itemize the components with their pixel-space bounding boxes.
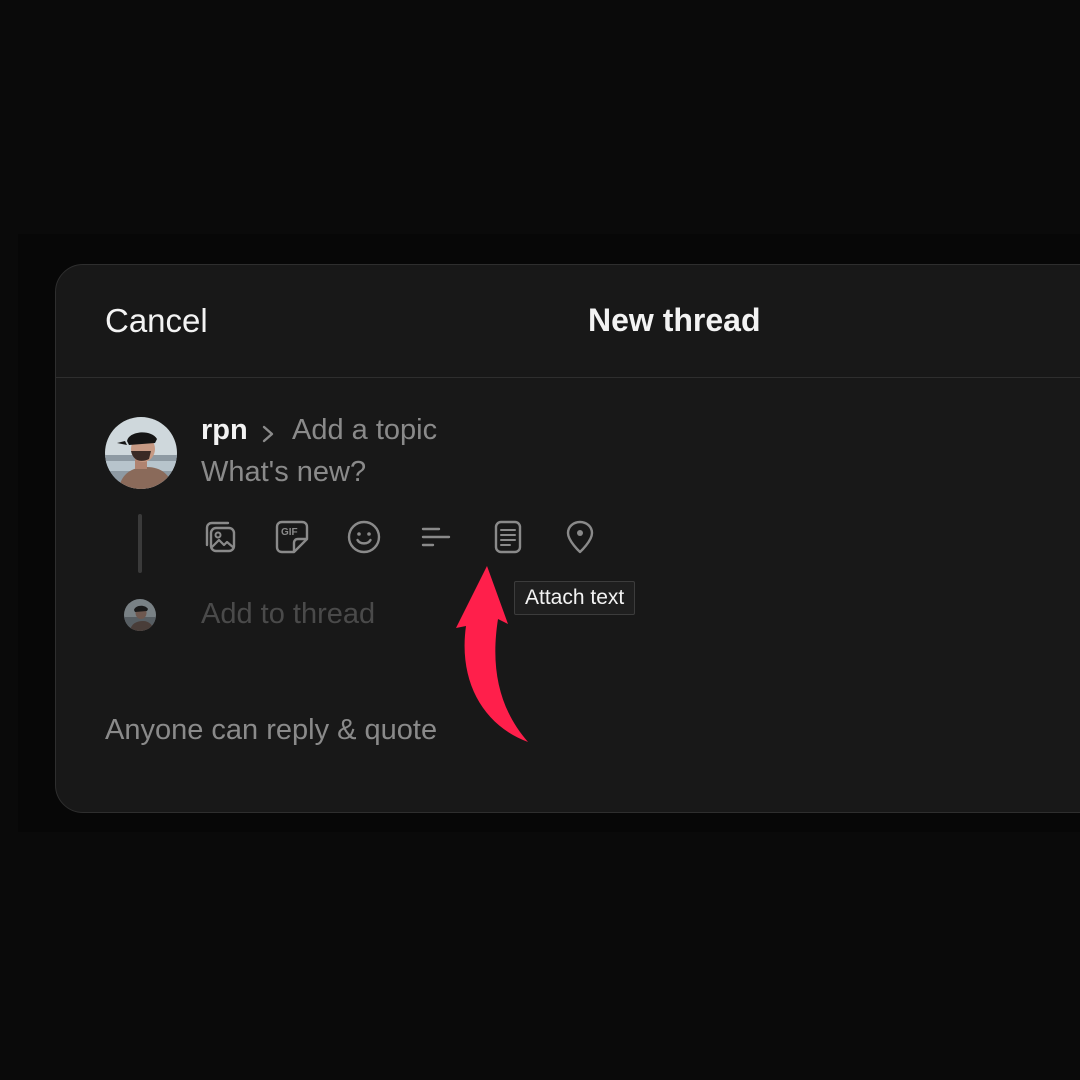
screen: Cancel New thread rpn Add a topic What's… [0,0,1080,1080]
avatar [105,417,177,489]
thread-line [138,514,142,573]
avatar-image [105,417,177,489]
cancel-button[interactable]: Cancel [105,302,208,340]
avatar-small-image [124,599,156,631]
add-to-thread-input[interactable]: Add to thread [201,598,375,631]
poll-icon[interactable] [418,519,454,555]
attach-text-tooltip: Attach text [514,581,636,615]
location-icon[interactable] [562,519,598,555]
new-thread-dialog: Cancel New thread rpn Add a topic What's… [55,264,1080,813]
dialog-header: Cancel New thread [56,265,1080,378]
emoji-icon[interactable] [346,519,382,555]
gif-badge-label: GIF [281,527,298,538]
attach-text-icon[interactable] [490,519,526,555]
username: rpn [201,414,248,446]
image-icon[interactable] [202,519,238,555]
avatar-small [124,599,156,631]
gif-icon[interactable]: GIF [274,519,310,555]
thread-body-input[interactable]: What's new? [201,456,366,489]
chevron-right-icon [262,425,274,443]
reply-setting-button[interactable]: Anyone can reply & quote [105,714,437,747]
topic-input[interactable]: Add a topic [292,414,437,447]
dialog-title: New thread [588,302,761,338]
